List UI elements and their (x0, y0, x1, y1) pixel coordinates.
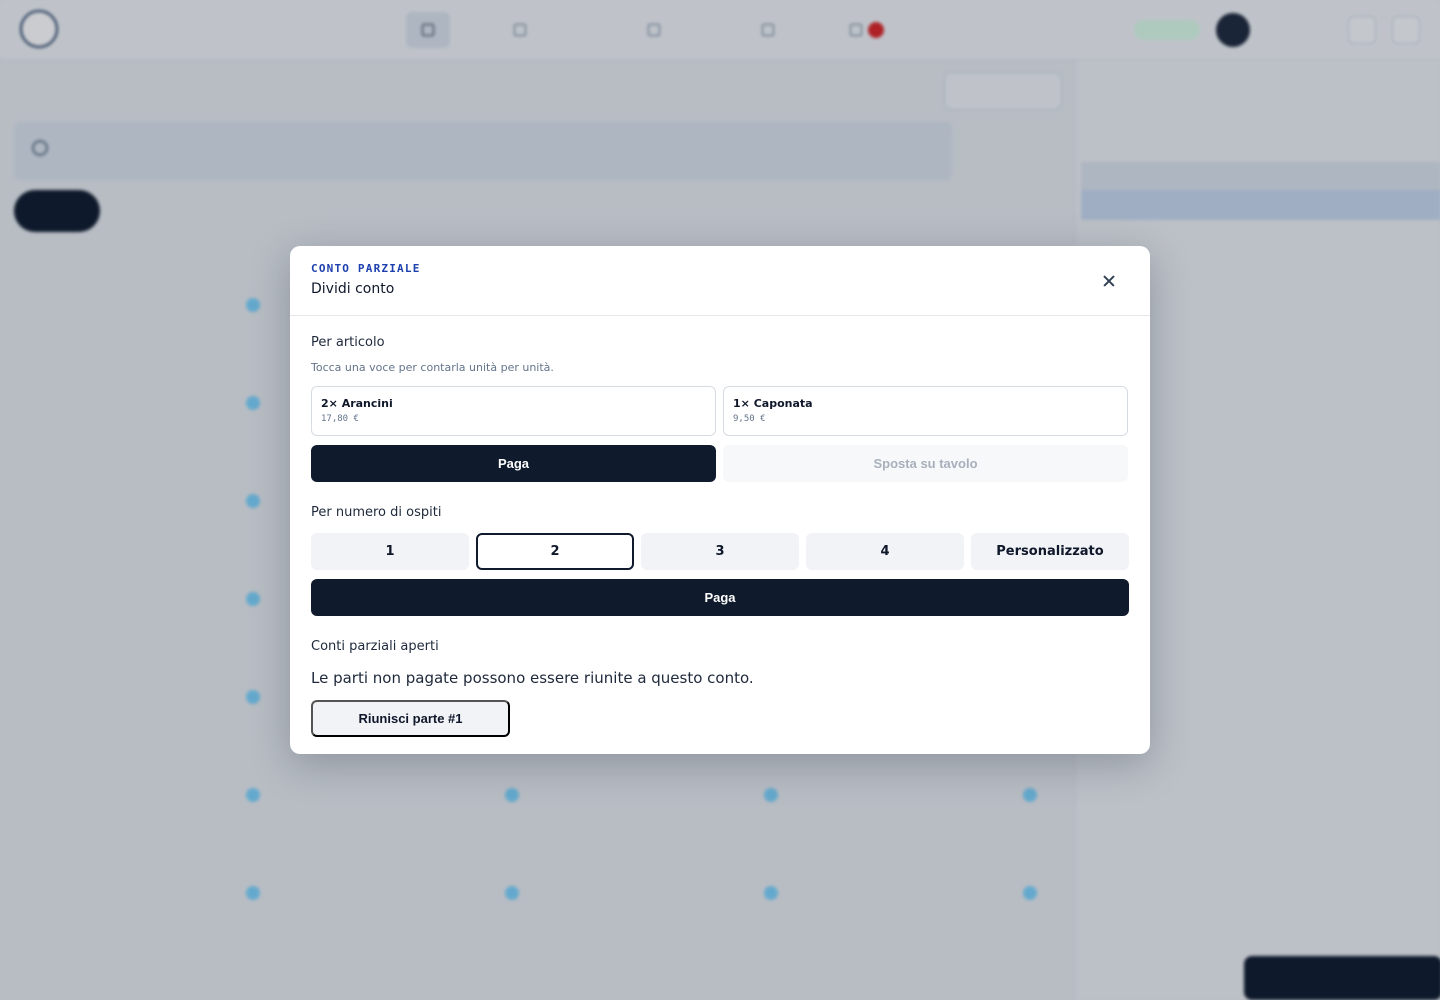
split-item-name: 2× Arancini (321, 397, 393, 410)
modal-divider (290, 315, 1150, 316)
modal-eyebrow: CONTO PARZIALE (311, 262, 421, 275)
merge-part-button[interactable]: Riunisci parte #1 (311, 700, 510, 737)
split-item-price: 17,80 € (321, 414, 359, 424)
by-item-hint: Tocca una voce per contarla unità per un… (311, 361, 554, 374)
guest-option-1[interactable]: 1 (311, 533, 469, 570)
modal-title: Dividi conto (311, 281, 395, 297)
close-icon[interactable] (1096, 268, 1122, 294)
open-parts-label: Conti parziali aperti (311, 639, 439, 654)
split-bill-modal: CONTO PARZIALE Dividi conto Per articolo… (290, 246, 1150, 754)
split-item-name: 1× Caponata (733, 397, 813, 410)
guest-option-4[interactable]: 4 (806, 533, 964, 570)
by-item-label: Per articolo (311, 335, 385, 350)
split-item-price: 9,50 € (733, 414, 766, 424)
guest-option-3[interactable]: 3 (641, 533, 799, 570)
guest-option-2[interactable]: 2 (476, 533, 634, 570)
pay-guests-button[interactable]: Paga (311, 579, 1129, 616)
open-parts-text: Le parti non pagate possono essere riuni… (311, 669, 754, 687)
split-item-card[interactable]: 2× Arancini 17,80 € (311, 386, 716, 436)
guest-option-custom[interactable]: Personalizzato (971, 533, 1129, 570)
by-guests-label: Per numero di ospiti (311, 505, 442, 520)
split-item-card[interactable]: 1× Caponata 9,50 € (723, 386, 1128, 436)
move-to-table-button[interactable]: Sposta su tavolo (723, 445, 1128, 482)
pay-items-button[interactable]: Paga (311, 445, 716, 482)
